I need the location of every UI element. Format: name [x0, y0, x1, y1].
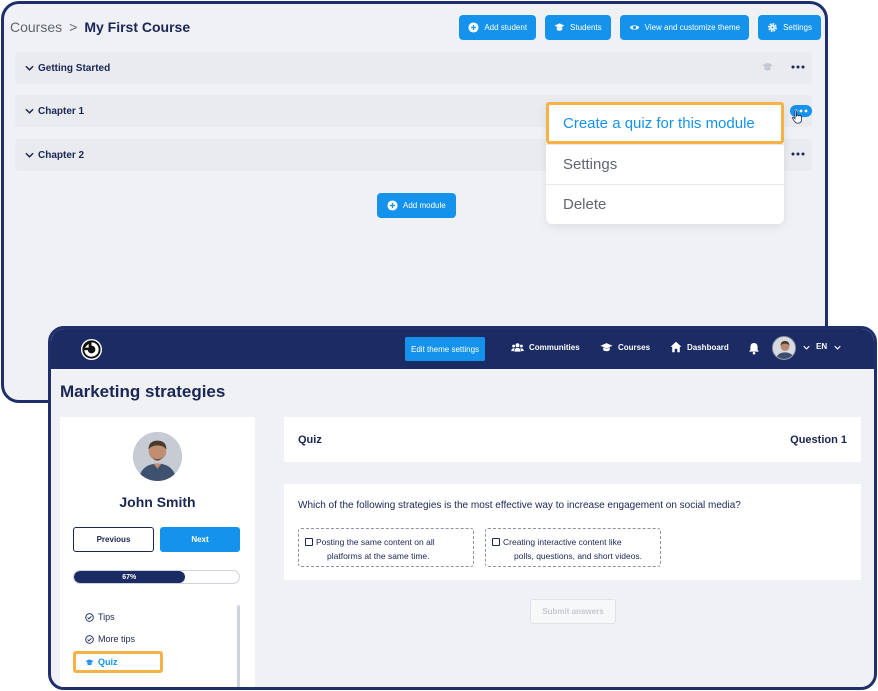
- lesson-label: Quiz: [98, 657, 118, 667]
- menu-item-create-quiz[interactable]: Create a quiz for this module: [546, 102, 784, 144]
- question-number: Question 1: [790, 433, 847, 446]
- lesson-label: Tips: [98, 612, 115, 622]
- question-card: Which of the following strategies is the…: [284, 484, 861, 580]
- nav-courses-label: Courses: [618, 342, 651, 352]
- chevron-down-icon[interactable]: [24, 106, 34, 116]
- question-text: Which of the following strategies is the…: [298, 500, 741, 511]
- student-sidebar: John Smith Previous Next 67% Tips More t…: [60, 417, 255, 687]
- answer-text: Posting the same content on all platform…: [316, 535, 435, 563]
- breadcrumb-courses-link[interactable]: Courses: [10, 19, 62, 35]
- lesson-item-quiz[interactable]: Quiz: [73, 651, 163, 673]
- chevron-down-icon[interactable]: [802, 344, 810, 351]
- nav-link-courses[interactable]: Courses: [600, 341, 650, 353]
- lesson-item-tips[interactable]: Tips: [85, 612, 115, 622]
- check-circle-icon: [85, 634, 94, 644]
- bell-icon[interactable]: [748, 342, 760, 355]
- edit-theme-settings-button[interactable]: Edit theme settings: [405, 337, 486, 361]
- pointer-cursor-icon: [792, 110, 802, 124]
- answer-text-line: polls, questions, and short videos.: [514, 551, 643, 561]
- students-button[interactable]: Students: [545, 15, 611, 40]
- breadcrumb-current-course: My First Course: [84, 19, 191, 35]
- course-progress-bar: 67%: [73, 570, 240, 584]
- submit-answers-button[interactable]: Submit answers: [530, 599, 616, 624]
- course-actions-bar: Add student Students View and customize …: [459, 15, 821, 40]
- graduation-cap-icon: [85, 658, 94, 667]
- gear-icon: [767, 22, 778, 33]
- nav-link-communities[interactable]: Communities: [511, 341, 580, 353]
- answer-text: Creating interactive content like polls,…: [503, 535, 642, 563]
- module-row-getting-started[interactable]: Getting Started: [15, 52, 812, 84]
- eye-icon: [629, 22, 640, 33]
- course-settings-button[interactable]: Settings: [758, 15, 821, 40]
- quiz-title: Quiz: [298, 433, 322, 446]
- lesson-item-more-tips[interactable]: More tips: [85, 634, 135, 644]
- previous-button[interactable]: Previous: [73, 527, 154, 552]
- students-label: Students: [570, 23, 602, 32]
- answer-checkbox[interactable]: [492, 538, 500, 546]
- lesson-label: More tips: [98, 634, 136, 644]
- module-title: Getting Started: [38, 62, 111, 74]
- more-options-icon[interactable]: [790, 147, 806, 161]
- home-icon: [669, 341, 682, 353]
- profile-photo: [133, 432, 182, 481]
- module-title: Chapter 1: [38, 105, 85, 117]
- menu-item-delete[interactable]: Delete: [546, 184, 784, 224]
- graduation-cap-icon: [760, 61, 774, 73]
- progress-fill: 67%: [74, 571, 185, 583]
- module-options-menu: Create a quiz for this module Settings D…: [546, 102, 784, 224]
- menu-item-settings[interactable]: Settings: [546, 144, 784, 184]
- graduation-cap-icon: [600, 341, 613, 353]
- quiz-header: Quiz Question 1: [284, 417, 861, 462]
- chevron-down-icon[interactable]: [24, 63, 34, 73]
- answer-text-line: Posting the same content on all: [316, 537, 435, 547]
- answer-checkbox[interactable]: [305, 538, 313, 546]
- nav-dashboard-label: Dashboard: [687, 342, 729, 352]
- breadcrumb-separator: >: [69, 19, 78, 35]
- add-student-button[interactable]: Add student: [459, 15, 537, 40]
- breadcrumb: Courses > My First Course: [10, 19, 190, 35]
- module-title: Chapter 2: [38, 149, 85, 161]
- add-module-button[interactable]: Add module: [377, 193, 456, 218]
- course-settings-label: Settings: [783, 23, 812, 32]
- language-selector[interactable]: EN: [816, 342, 827, 351]
- student-name: John Smith: [119, 494, 196, 510]
- answer-option-1[interactable]: Posting the same content on all platform…: [298, 528, 474, 567]
- user-avatar[interactable]: [772, 336, 796, 360]
- graduation-cap-icon: [554, 22, 565, 33]
- answer-option-2[interactable]: Creating interactive content like polls,…: [485, 528, 661, 567]
- view-customize-theme-button[interactable]: View and customize theme: [619, 15, 750, 40]
- next-button[interactable]: Next: [160, 527, 240, 552]
- nav-communities-label: Communities: [529, 342, 580, 352]
- nav-link-dashboard[interactable]: Dashboard: [669, 341, 729, 353]
- view-customize-theme-label: View and customize theme: [644, 23, 741, 32]
- add-module-label: Add module: [403, 201, 446, 210]
- student-course-view-window: Edit theme settings Communities Courses …: [48, 326, 877, 690]
- plus-circle-icon: [387, 200, 398, 211]
- brand-logo-icon[interactable]: [80, 338, 103, 361]
- answer-text-line: platforms at the same time.: [327, 551, 430, 561]
- sidebar-scrollbar[interactable]: [237, 605, 240, 687]
- check-circle-icon: [85, 612, 94, 622]
- chevron-down-icon[interactable]: [24, 150, 34, 160]
- plus-circle-icon: [468, 22, 479, 33]
- chevron-down-icon[interactable]: [833, 344, 841, 351]
- more-options-icon[interactable]: [790, 60, 806, 74]
- add-student-label: Add student: [484, 23, 528, 32]
- answer-text-line: Creating interactive content like: [503, 537, 622, 547]
- page-title: Marketing strategies: [60, 382, 226, 401]
- top-navbar: Edit theme settings Communities Courses …: [51, 329, 874, 369]
- users-icon: [511, 341, 524, 353]
